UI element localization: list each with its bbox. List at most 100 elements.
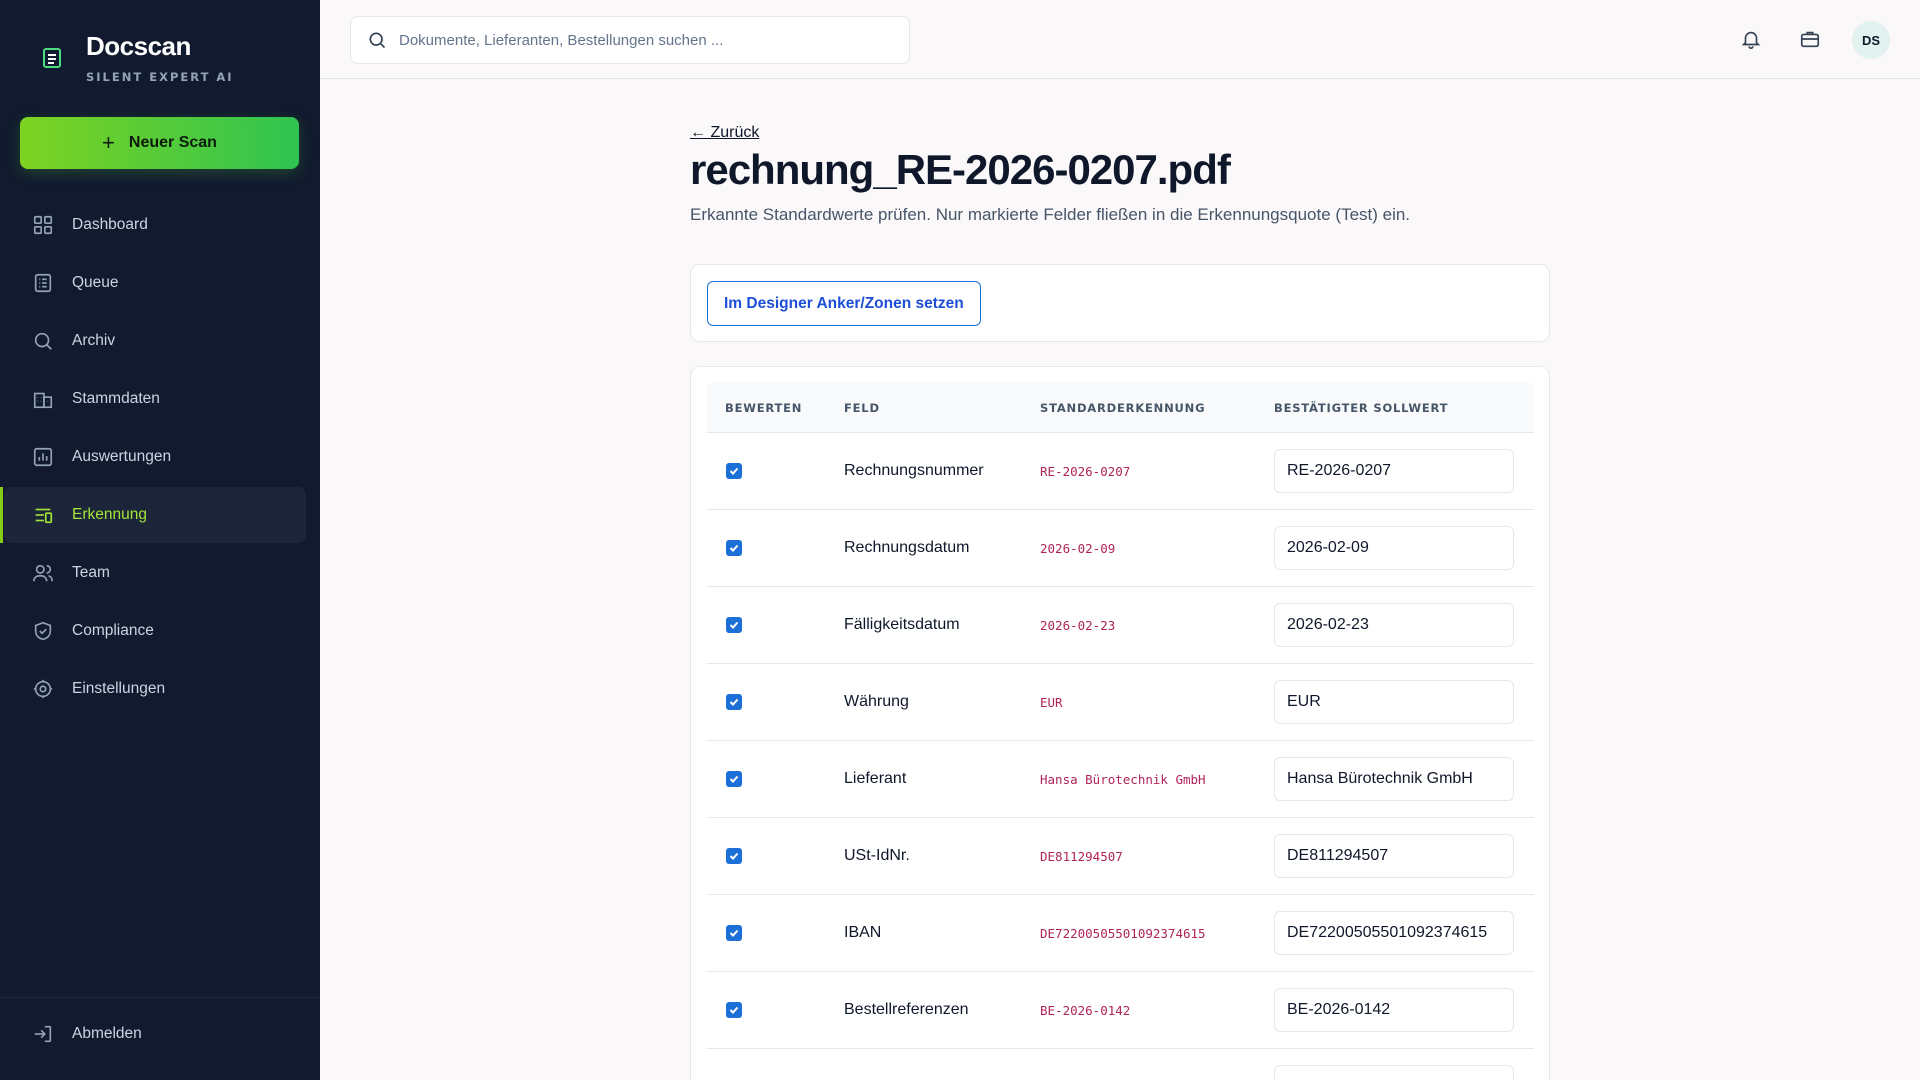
- page-subtitle: Erkannte Standardwerte prüfen. Nur marki…: [690, 205, 1411, 224]
- grid-icon: [32, 214, 54, 236]
- check-icon: [729, 1006, 739, 1014]
- evaluate-checkbox[interactable]: [726, 771, 742, 787]
- sidebar-item-label: Dashboard: [72, 216, 148, 233]
- users-icon: [32, 562, 54, 584]
- bell-icon[interactable]: [1740, 28, 1762, 50]
- sidebar-item-team[interactable]: Team: [4, 545, 306, 601]
- sidebar-item-einstellungen[interactable]: Einstellungen: [4, 661, 306, 717]
- topbar: DS: [320, 0, 1920, 79]
- building-icon: [32, 388, 54, 410]
- page-title: rechnung_RE-2026-0207.pdf: [690, 146, 1231, 193]
- evaluate-checkbox[interactable]: [726, 540, 742, 556]
- new-scan-button[interactable]: + Neuer Scan: [20, 117, 299, 169]
- avatar[interactable]: DS: [1852, 21, 1890, 59]
- search-icon: [32, 330, 54, 352]
- list-icon: [32, 272, 54, 294]
- table-row: Lieferant Hansa Bürotechnik GmbH: [707, 741, 1534, 818]
- docscan-logo-icon: [40, 46, 64, 70]
- logout-button[interactable]: Abmelden: [4, 1006, 306, 1062]
- detected-value: DE72200505501092374615: [1040, 926, 1206, 941]
- sidebar-divider: [0, 997, 320, 998]
- table-row: Fälligkeitsdatum 2026-02-23: [707, 587, 1534, 664]
- confirmed-value-input[interactable]: [1274, 834, 1514, 878]
- evaluate-checkbox[interactable]: [726, 925, 742, 941]
- detected-value: 2026-02-23: [1040, 618, 1116, 633]
- table-header: BEWERTEN FELD STANDARDERKENNUNG BESTÄTIG…: [707, 383, 1534, 433]
- designer-card: Im Designer Anker/Zonen setzen: [690, 264, 1550, 342]
- check-icon: [729, 852, 739, 860]
- table-row: IBAN DE72200505501092374615: [707, 895, 1534, 972]
- confirmed-value-input[interactable]: [1274, 1065, 1514, 1080]
- fields-table-card: BEWERTEN FELD STANDARDERKENNUNG BESTÄTIG…: [690, 366, 1550, 1080]
- evaluate-checkbox[interactable]: [726, 694, 742, 710]
- table-row: Währung EUR: [707, 664, 1534, 741]
- brand[interactable]: Docscan SILENT EXPERT AI: [40, 30, 234, 84]
- detected-value: Hansa Bürotechnik GmbH: [1040, 772, 1206, 787]
- field-name: Fälligkeitsdatum: [844, 616, 960, 633]
- logout-icon: [32, 1023, 54, 1045]
- back-link[interactable]: ← Zurück: [690, 124, 759, 142]
- sidebar-item-stammdaten[interactable]: Stammdaten: [4, 371, 306, 427]
- sidebar-item-compliance[interactable]: Compliance: [4, 603, 306, 659]
- check-icon: [729, 621, 739, 629]
- sidebar-item-auswertungen[interactable]: Auswertungen: [4, 429, 306, 485]
- sidebar-item-erkennung[interactable]: Erkennung: [0, 487, 306, 543]
- logout-label: Abmelden: [72, 1025, 142, 1042]
- filter-lines-icon: [32, 504, 54, 526]
- new-scan-label: Neuer Scan: [128, 134, 217, 151]
- check-icon: [729, 698, 739, 706]
- sidebar-item-queue[interactable]: Queue: [4, 255, 306, 311]
- table-row-partial: [707, 1049, 1534, 1080]
- header-feld: FELD: [844, 400, 880, 415]
- field-name: Währung: [844, 693, 909, 710]
- table-row: Rechnungsdatum 2026-02-09: [707, 510, 1534, 587]
- detected-value: BE-2026-0142: [1040, 1003, 1131, 1018]
- sidebar-item-label: Archiv: [72, 332, 116, 349]
- confirmed-value-input[interactable]: [1274, 603, 1514, 647]
- confirmed-value-input[interactable]: [1274, 680, 1514, 724]
- header-bewerten: BEWERTEN: [725, 400, 803, 415]
- sidebar-item-label: Einstellungen: [72, 680, 166, 697]
- search-box[interactable]: [350, 16, 910, 64]
- field-name: IBAN: [844, 924, 882, 941]
- field-name: Lieferant: [844, 770, 907, 787]
- check-icon: [729, 775, 739, 783]
- table-row: USt-IdNr. DE811294507: [707, 818, 1534, 895]
- sidebar-item-archiv[interactable]: Archiv: [4, 313, 306, 369]
- gear-icon: [32, 678, 54, 700]
- evaluate-checkbox[interactable]: [726, 1002, 742, 1018]
- confirmed-value-input[interactable]: [1274, 757, 1514, 801]
- table-row: Rechnungsnummer RE-2026-0207: [707, 433, 1534, 510]
- designer-button[interactable]: Im Designer Anker/Zonen setzen: [707, 281, 981, 326]
- detected-value: 2026-02-09: [1040, 541, 1116, 556]
- sidebar: Docscan SILENT EXPERT AI + Neuer Scan Da…: [0, 0, 320, 1080]
- briefcase-icon[interactable]: [1799, 28, 1821, 50]
- check-icon: [729, 544, 739, 552]
- evaluate-checkbox[interactable]: [726, 848, 742, 864]
- sidebar-item-label: Team: [72, 564, 110, 581]
- fields-table: BEWERTEN FELD STANDARDERKENNUNG BESTÄTIG…: [707, 383, 1534, 1080]
- detected-value: RE-2026-0207: [1040, 464, 1131, 479]
- confirmed-value-input[interactable]: [1274, 449, 1514, 493]
- confirmed-value-input[interactable]: [1274, 988, 1514, 1032]
- field-name: Rechnungsnummer: [844, 462, 984, 479]
- field-name: Bestellreferenzen: [844, 1001, 969, 1018]
- chart-icon: [32, 446, 54, 468]
- confirmed-value-input[interactable]: [1274, 526, 1514, 570]
- evaluate-checkbox[interactable]: [726, 463, 742, 479]
- header-sollwert: BESTÄTIGTER SOLLWERT: [1274, 400, 1449, 415]
- sidebar-item-label: Queue: [72, 274, 119, 291]
- sidebar-item-label: Auswertungen: [72, 448, 172, 465]
- confirmed-value-input[interactable]: [1274, 911, 1514, 955]
- evaluate-checkbox[interactable]: [726, 617, 742, 633]
- check-icon: [729, 467, 739, 475]
- search-input[interactable]: [399, 31, 899, 49]
- table-row: Bestellreferenzen BE-2026-0142: [707, 972, 1534, 1049]
- detected-value: EUR: [1040, 695, 1063, 710]
- header-standarderkennung: STANDARDERKENNUNG: [1040, 400, 1206, 415]
- sidebar-item-dashboard[interactable]: Dashboard: [4, 197, 306, 253]
- brand-name: Docscan: [86, 31, 191, 61]
- shield-icon: [32, 620, 54, 642]
- sidebar-nav: Dashboard Queue Archiv Stammdaten Auswer…: [0, 197, 320, 719]
- sidebar-item-label: Compliance: [72, 622, 154, 639]
